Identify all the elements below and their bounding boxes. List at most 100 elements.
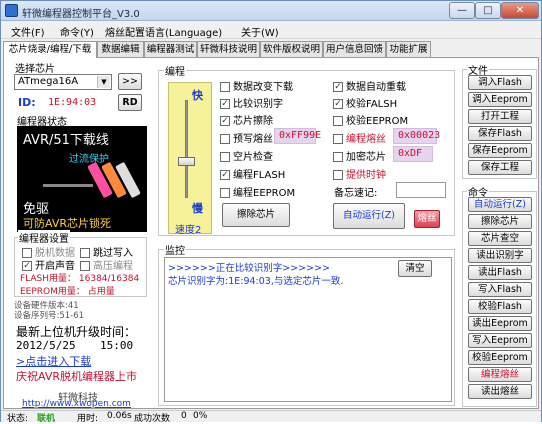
- auto-reload-checkbox[interactable]: ✓ 数据自动重载: [333, 78, 406, 93]
- program-flash-checkbox[interactable]: ✓ 编程FLASH: [220, 166, 285, 181]
- fuse-button[interactable]: 熔丝: [414, 210, 440, 228]
- verify-eeprom-checkbox[interactable]: 校验EEPROM: [333, 112, 408, 127]
- cmd-read-signature-button[interactable]: 读出识别字: [468, 248, 532, 263]
- chip-select-value: ATmega16A: [18, 76, 79, 87]
- save-flash-button[interactable]: 保存Flash: [468, 126, 532, 141]
- tab-burn-program[interactable]: 芯片烧录/编程/下载: [3, 41, 97, 58]
- cmd-verify-eeprom-button[interactable]: 校验Eeprom: [468, 350, 532, 365]
- eeprom-usage: EEPROM用量： 占用量: [20, 287, 115, 297]
- chevron-down-icon: ▼: [97, 76, 110, 88]
- flash-usage: FLASH用量： 16384/16384: [20, 274, 140, 284]
- chip-select-dropdown[interactable]: ATmega16A ▼: [14, 74, 112, 90]
- chip-erase-checkbox[interactable]: ✓ 芯片擦除: [220, 112, 273, 127]
- save-project-button[interactable]: 保存工程: [468, 160, 532, 175]
- offline-data-checkbox[interactable]: 脱机数据: [22, 244, 75, 259]
- cmd-auto-run-button[interactable]: 自动运行(Z): [468, 197, 532, 212]
- product-banner: AVR/51下载线 过流保护 免驱 可防AVR芯片锁死: [17, 126, 147, 232]
- upgrade-date: 2012/5/25: [16, 339, 76, 352]
- auto-run-button[interactable]: 自动运行(Z): [333, 203, 405, 229]
- verify-flash-checkbox[interactable]: ✓ 校验FALSH: [333, 95, 397, 110]
- cmd-read-flash-button[interactable]: 读出Flash: [468, 265, 532, 280]
- cmd-erase-chip-button[interactable]: 擦除芯片: [468, 214, 532, 229]
- monitor-label: 监控: [164, 242, 186, 257]
- load-eeprom-button[interactable]: 调入Eeprom: [468, 92, 532, 107]
- check-icon: ✓: [333, 82, 343, 92]
- checkbox-box: [220, 152, 230, 162]
- main-panel: 选择芯片 ATmega16A ▼ >> ID: 1E:94:03 RD 编程器状…: [3, 57, 539, 409]
- speed-slider-thumb[interactable]: [178, 157, 195, 166]
- prefuse-value[interactable]: 0xFF99E: [274, 128, 321, 144]
- close-button[interactable]: ✕: [501, 2, 539, 19]
- program-eeprom-checkbox[interactable]: 编程EEPROM: [220, 184, 295, 199]
- cmd-write-flash-button[interactable]: 写入Flash: [468, 282, 532, 297]
- tab-company-info[interactable]: 轩微科技说明: [197, 41, 260, 57]
- fuse-value[interactable]: 0x00023: [393, 128, 440, 144]
- slider-track: [185, 100, 188, 198]
- status-bar: 状态: 联机 用时: 0.06s 成功次数 0 0%: [1, 410, 541, 424]
- menu-fuse-language[interactable]: 熔丝配置语言(Language): [105, 24, 222, 39]
- tab-strip: 芯片烧录/编程/下载 数据编辑 编程器测试 轩微科技说明 软件版权说明 用户信息…: [1, 41, 541, 58]
- cmd-verify-flash-button[interactable]: 校验Flash: [468, 299, 532, 314]
- slider-fast-label: 快: [192, 89, 203, 102]
- lock-chip-checkbox[interactable]: 加密芯片: [333, 148, 386, 163]
- checkbox-box: [333, 170, 343, 180]
- app-icon: [5, 4, 18, 17]
- upgrade-title: 最新上位机升级时间：: [16, 325, 137, 339]
- read-id-button[interactable]: RD: [118, 94, 142, 111]
- app-window: 轩微编程器控制平台_V3.0 — □ ✕ 文件(F) 命令(Y) 熔丝配置语言(…: [0, 0, 542, 424]
- banner-line-1: AVR/51下载线: [23, 133, 109, 148]
- memo-label: 备忘速记:: [334, 188, 378, 199]
- tab-data-edit[interactable]: 数据编辑: [97, 41, 144, 57]
- cmd-read-eeprom-button[interactable]: 读出Eeprom: [468, 316, 532, 331]
- compare-signature-checkbox[interactable]: ✓ 比较识别字: [220, 95, 283, 110]
- cmd-blank-check-button[interactable]: 芯片查空: [468, 231, 532, 246]
- id-label: ID:: [18, 96, 36, 109]
- checkbox-box: [333, 116, 343, 126]
- cmd-write-eeprom-button[interactable]: 写入Eeprom: [468, 333, 532, 348]
- memo-input[interactable]: [396, 182, 446, 198]
- sound-checkbox[interactable]: ✓ 开启声音: [22, 257, 75, 272]
- status-label: 状态:: [7, 414, 29, 424]
- prewrite-fuse-checkbox[interactable]: 预写熔丝: [220, 130, 273, 145]
- provide-clock-checkbox[interactable]: 提供时钟: [333, 166, 386, 181]
- menu-about[interactable]: 关于(W): [241, 24, 279, 39]
- clear-log-button[interactable]: 清空: [398, 260, 432, 277]
- program-fuse-checkbox[interactable]: 编程熔丝: [333, 130, 386, 145]
- download-link[interactable]: >点击进入下载: [16, 353, 91, 369]
- erase-chip-button[interactable]: 擦除芯片: [222, 203, 290, 227]
- cmd-read-fuse-button[interactable]: 读出熔丝: [468, 384, 532, 399]
- download-on-change-checkbox[interactable]: 数据改变下载: [220, 78, 293, 93]
- minimize-button[interactable]: —: [449, 2, 475, 19]
- high-voltage-checkbox[interactable]: 高压编程: [80, 257, 133, 272]
- maximize-button[interactable]: □: [475, 2, 501, 19]
- checkbox-box: [220, 134, 230, 144]
- speed-label: 速度2: [175, 225, 202, 236]
- menu-bar: 文件(F) 命令(Y) 熔丝配置语言(Language) 关于(W): [1, 21, 541, 39]
- window-title: 轩微编程器控制平台_V3.0: [22, 9, 140, 20]
- menu-file[interactable]: 文件(F): [11, 24, 45, 39]
- chip-select-label: 选择芯片: [14, 60, 56, 75]
- blank-check-checkbox[interactable]: 空片检查: [220, 148, 273, 163]
- load-flash-button[interactable]: 调入Flash: [468, 75, 532, 90]
- cmd-program-fuse-button[interactable]: 编程熔丝: [468, 367, 532, 382]
- open-project-button[interactable]: 打开工程: [468, 109, 532, 124]
- tab-feedback[interactable]: 用户信息回馈: [323, 41, 386, 57]
- skip-write-checkbox[interactable]: 跳过写入: [80, 244, 133, 259]
- monitor-log[interactable]: >>>>>>正在比较识别字>>>>>> 芯片识别字为:1E:94:03,与选定芯…: [164, 257, 452, 402]
- save-eeprom-button[interactable]: 保存Eeprom: [468, 143, 532, 158]
- success-label: 成功次数: [134, 414, 171, 424]
- settings-label: 编程器设置: [18, 230, 70, 245]
- check-icon: ✓: [22, 261, 32, 271]
- chip-id-value: 1E:94:03: [48, 97, 97, 108]
- tab-extensions[interactable]: 功能扩展: [386, 41, 431, 57]
- next-chip-button[interactable]: >>: [118, 73, 142, 90]
- lock-value[interactable]: 0xDF: [393, 146, 433, 162]
- release-notice: 庆祝AVR脱机编程器上市: [16, 370, 137, 383]
- tab-programmer-test[interactable]: 编程器测试: [144, 41, 197, 57]
- menu-command[interactable]: 命令(Y): [60, 24, 94, 39]
- success-count: 0: [181, 411, 187, 421]
- checkbox-box: [333, 134, 343, 144]
- tab-copyright[interactable]: 软件版权说明: [260, 41, 323, 57]
- elapsed-value: 0.06s: [107, 411, 132, 421]
- company-url[interactable]: http://www.xwopen.com: [22, 399, 131, 409]
